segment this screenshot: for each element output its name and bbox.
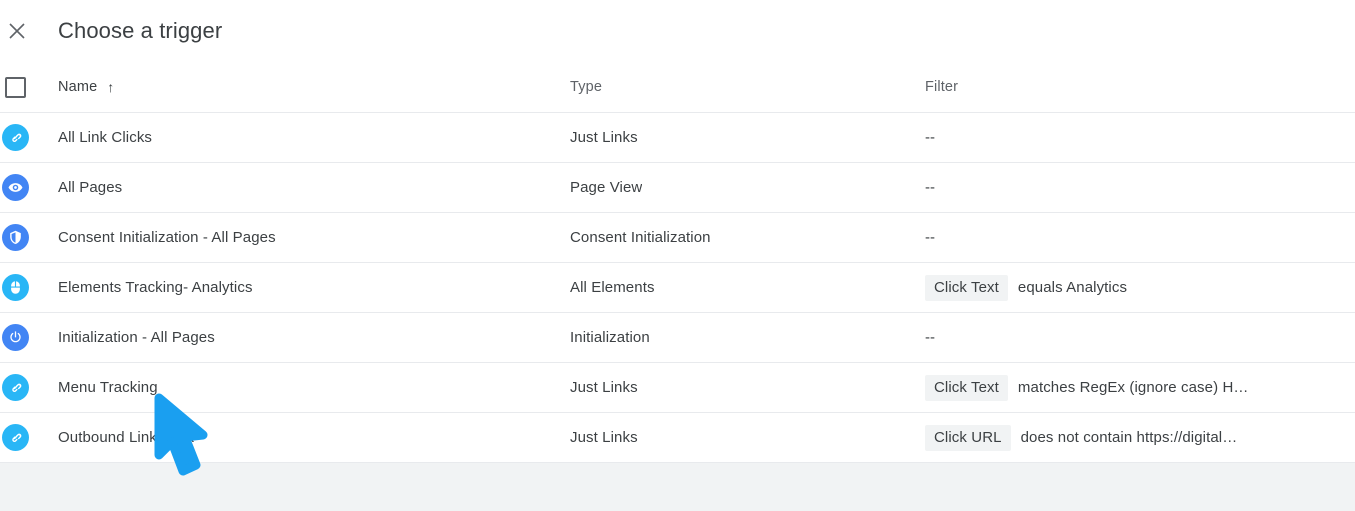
trigger-icon-cell: [0, 424, 58, 451]
trigger-type-label: Page View: [570, 179, 643, 196]
column-header-name-label: Name: [58, 79, 98, 95]
table-row[interactable]: Initialization - All Pages Initialization…: [0, 313, 1355, 363]
trigger-icon-cell: [0, 324, 58, 351]
trigger-type-label: Just Links: [570, 429, 638, 446]
table-row[interactable]: Outbound Link Click Just Links Click URL do…: [0, 413, 1355, 463]
trigger-name-cell[interactable]: Initialization - All Pages: [58, 329, 570, 346]
mouse-icon: [2, 274, 29, 301]
table-body: All Link Clicks Just Links -- All Pages Page…: [0, 113, 1355, 463]
trigger-name-label: Elements Tracking- Analytics: [58, 279, 253, 296]
filter-empty-placeholder: --: [925, 329, 935, 346]
filter-empty-placeholder: --: [925, 179, 935, 196]
trigger-icon-cell: [0, 224, 58, 251]
trigger-type-cell: Just Links: [570, 129, 925, 146]
trigger-name-label: All Link Clicks: [58, 129, 153, 146]
trigger-name-label: Consent Initialization - All Pages: [58, 229, 276, 246]
trigger-filter-cell: Click Text equals Analytics: [925, 274, 1355, 301]
filter-condition-label: does not contain https://digital…: [1020, 429, 1238, 446]
trigger-type-label: Consent Initialization: [570, 229, 711, 246]
filter-variable-chip: Click Text: [925, 274, 1008, 301]
trigger-name-cell[interactable]: Consent Initialization - All Pages: [58, 229, 570, 246]
page-title: Choose a trigger: [58, 18, 223, 43]
dialog-header: Choose a trigger: [0, 0, 1355, 62]
link-icon: [2, 424, 29, 451]
trigger-name-cell[interactable]: All Link Clicks: [58, 129, 570, 146]
link-icon: [2, 124, 29, 151]
trigger-table: Name ↑ Type Filter All Link Clicks Just L…: [0, 62, 1355, 463]
close-icon: [8, 22, 26, 40]
trigger-type-cell: Initialization: [570, 329, 925, 346]
column-header-type[interactable]: Type: [570, 79, 925, 95]
trigger-name-label: Initialization - All Pages: [58, 329, 215, 346]
trigger-icon-cell: [0, 374, 58, 401]
trigger-filter-cell: --: [925, 129, 1355, 146]
table-header-row: Name ↑ Type Filter: [0, 62, 1355, 113]
filter-variable-chip: Click Text: [925, 374, 1008, 401]
link-icon: [2, 374, 29, 401]
trigger-filter-cell: Click URL does not contain https://digita…: [925, 424, 1355, 451]
dialog-footer: [0, 462, 1355, 511]
filter-condition-label: matches RegEx (ignore case) H…: [1017, 379, 1249, 396]
trigger-type-label: Initialization: [570, 329, 650, 346]
trigger-type-cell: Just Links: [570, 429, 925, 446]
close-button[interactable]: [1, 15, 33, 47]
filter-condition-label: equals Analytics: [1017, 279, 1128, 296]
table-row[interactable]: Menu Tracking Just Links Click Text matches…: [0, 363, 1355, 413]
column-header-name[interactable]: Name ↑: [58, 79, 570, 95]
trigger-type-label: Just Links: [570, 129, 638, 146]
trigger-name-cell[interactable]: Elements Tracking- Analytics: [58, 279, 570, 296]
trigger-filter-cell: Click Text matches RegEx (ignore case) H…: [925, 374, 1355, 401]
table-row[interactable]: Consent Initialization - All Pages Consen…: [0, 213, 1355, 263]
trigger-icon-cell: [0, 274, 58, 301]
sort-ascending-icon: ↑: [107, 79, 115, 95]
trigger-icon-cell: [0, 124, 58, 151]
trigger-type-cell: Page View: [570, 179, 925, 196]
trigger-filter-cell: --: [925, 329, 1355, 346]
filter-variable-chip: Click URL: [925, 424, 1011, 451]
power-icon: [2, 324, 29, 351]
table-row[interactable]: Elements Tracking- Analytics All Elements…: [0, 263, 1355, 313]
column-header-type-label: Type: [570, 79, 603, 95]
table-row[interactable]: All Link Clicks Just Links --: [0, 113, 1355, 163]
trigger-type-cell: Just Links: [570, 379, 925, 396]
trigger-type-cell: Consent Initialization: [570, 229, 925, 246]
trigger-type-cell: All Elements: [570, 279, 925, 296]
trigger-name-cell[interactable]: All Pages: [58, 179, 570, 196]
trigger-icon-cell: [0, 174, 58, 201]
column-header-filter[interactable]: Filter: [925, 79, 1355, 95]
trigger-name-cell[interactable]: Outbound Link Click: [58, 429, 570, 446]
filter-empty-placeholder: --: [925, 229, 935, 246]
trigger-name-label: Menu Tracking: [58, 379, 158, 396]
trigger-filter-cell: --: [925, 229, 1355, 246]
filter-empty-placeholder: --: [925, 129, 935, 146]
select-all-checkbox[interactable]: [5, 76, 26, 98]
column-header-filter-label: Filter: [925, 79, 959, 95]
select-all-cell: [0, 76, 58, 98]
trigger-filter-cell: --: [925, 179, 1355, 196]
trigger-name-cell[interactable]: Menu Tracking: [58, 379, 570, 396]
trigger-type-label: All Elements: [570, 279, 655, 296]
trigger-type-label: Just Links: [570, 379, 638, 396]
eye-icon: [2, 174, 29, 201]
table-row[interactable]: All Pages Page View --: [0, 163, 1355, 213]
shield-icon: [2, 224, 29, 251]
trigger-name-label: Outbound Link Click: [58, 429, 195, 446]
trigger-name-label: All Pages: [58, 179, 123, 196]
